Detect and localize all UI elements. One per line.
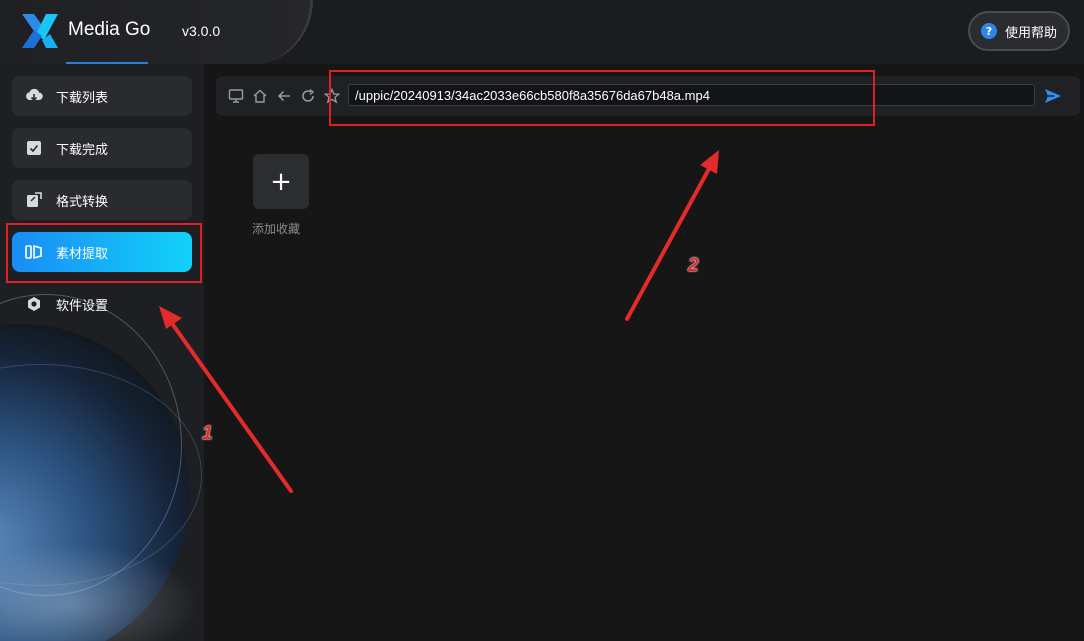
home-icon[interactable] xyxy=(252,88,268,104)
sidebar-item-label: 格式转换 xyxy=(56,194,109,210)
sidebar-item-download-list[interactable]: 下载列表 xyxy=(12,76,192,116)
hexagon-settings-icon xyxy=(25,295,43,313)
back-arrow-icon[interactable] xyxy=(276,88,292,104)
check-box-icon xyxy=(25,139,43,157)
sidebar-item-download-complete[interactable]: 下载完成 xyxy=(12,128,192,168)
send-icon[interactable] xyxy=(1044,87,1062,105)
help-icon: ? xyxy=(981,23,997,39)
sidebar: 下载列表 下载完成 格式转换 素材提取 软件设置 xyxy=(0,64,204,641)
sidebar-item-label: 软件设置 xyxy=(56,298,109,314)
sidebar-item-format-convert[interactable]: 格式转换 xyxy=(12,180,192,220)
title-bar: Media Go v3.0.0 ? 使用帮助 xyxy=(0,0,1084,64)
help-label: 使用帮助 xyxy=(1005,25,1058,41)
annotation-box-sidebar xyxy=(6,223,202,283)
media-go-logo-icon xyxy=(22,14,58,48)
add-favorite-button[interactable]: + xyxy=(253,154,309,209)
refresh-icon[interactable] xyxy=(300,88,316,104)
help-button[interactable]: ? 使用帮助 xyxy=(968,11,1070,51)
sidebar-item-label: 下载完成 xyxy=(56,142,109,158)
annotation-label-2: 2 xyxy=(688,255,699,276)
add-favorite-label: 添加收藏 xyxy=(252,222,301,236)
app-version: v3.0.0 xyxy=(182,23,221,39)
annotation-box-url xyxy=(329,70,875,126)
sidebar-item-settings[interactable]: 软件设置 xyxy=(12,284,192,324)
desktop-icon[interactable] xyxy=(228,88,244,104)
sidebar-item-label: 下载列表 xyxy=(56,90,109,106)
convert-icon xyxy=(25,191,43,209)
cloud-download-icon xyxy=(25,87,43,105)
annotation-label-1: 1 xyxy=(202,423,213,444)
app-name: Media Go xyxy=(68,19,151,40)
main-content: + 添加收藏 xyxy=(204,64,1084,641)
